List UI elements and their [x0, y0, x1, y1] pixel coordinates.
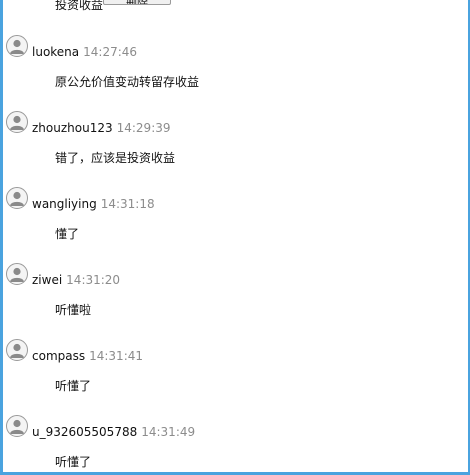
message-header: luokena 14:27:46 — [32, 45, 137, 59]
message-entry: zhouzhou123 14:29:39 错了，应该是投资收益 — [0, 111, 460, 187]
chat-window: 投资收益 删除 luokena 14:27:46 原公允价值变动转留存收益 zho… — [0, 0, 470, 475]
delete-button[interactable]: 删除 — [103, 0, 171, 5]
timestamp: 14:31:49 — [141, 425, 196, 439]
message-text: 听懂了 — [55, 379, 92, 393]
message-entry: wangliying 14:31:18 懂了 — [0, 187, 460, 263]
partial-message-row: 投资收益 删除 — [0, 0, 460, 14]
user-avatar-icon[interactable] — [6, 35, 28, 57]
message-header: wangliying 14:31:18 — [32, 197, 155, 211]
message-entry: ziwei 14:31:20 听懂啦 — [0, 263, 460, 339]
message-text: 懂了 — [55, 227, 80, 241]
user-avatar-icon[interactable] — [6, 111, 28, 133]
message-text: 听懂了 — [55, 455, 92, 469]
user-avatar-icon[interactable] — [6, 415, 28, 437]
timestamp: 14:27:46 — [83, 45, 138, 59]
username[interactable]: wangliying — [32, 197, 97, 211]
message-header: ziwei 14:31:20 — [32, 273, 120, 287]
message-list: luokena 14:27:46 原公允价值变动转留存收益 zhouzhou123… — [0, 35, 460, 475]
username[interactable]: compass — [32, 349, 85, 363]
message-header: compass 14:31:41 — [32, 349, 143, 363]
timestamp: 14:29:39 — [116, 121, 171, 135]
partial-message-text: 投资收益 — [55, 0, 104, 12]
username[interactable]: zhouzhou123 — [32, 121, 113, 135]
timestamp: 14:31:41 — [89, 349, 144, 363]
user-avatar-icon[interactable] — [6, 263, 28, 285]
message-entry: luokena 14:27:46 原公允价值变动转留存收益 — [0, 35, 460, 111]
username[interactable]: ziwei — [32, 273, 62, 287]
message-header: zhouzhou123 14:29:39 — [32, 121, 171, 135]
username[interactable]: luokena — [32, 45, 79, 59]
user-avatar-icon[interactable] — [6, 187, 28, 209]
message-entry: compass 14:31:41 听懂了 — [0, 339, 460, 415]
message-entry: u_932605505788 14:31:49 听懂了 — [0, 415, 460, 475]
message-text: 原公允价值变动转留存收益 — [55, 75, 200, 89]
timestamp: 14:31:20 — [66, 273, 121, 287]
message-text: 听懂啦 — [55, 303, 92, 317]
user-avatar-icon[interactable] — [6, 339, 28, 361]
timestamp: 14:31:18 — [100, 197, 155, 211]
username[interactable]: u_932605505788 — [32, 425, 137, 439]
message-header: u_932605505788 14:31:49 — [32, 425, 195, 439]
message-text: 错了，应该是投资收益 — [55, 151, 176, 165]
